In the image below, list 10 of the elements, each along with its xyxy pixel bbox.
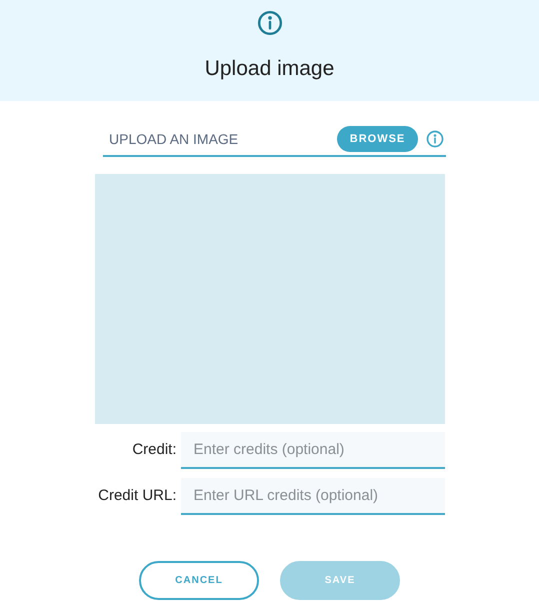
input-field[interactable]: Enter credits (optional)	[180, 432, 444, 469]
upload-label: UPLOAD AN IMAGE	[109, 130, 240, 148]
browse-button[interactable]: BROWSE	[337, 126, 418, 152]
info-icon	[256, 10, 282, 36]
dialog-title: Upload image	[204, 56, 334, 82]
field-label: Credit URL:	[97, 486, 178, 506]
cancel-button[interactable]: CANCEL	[139, 561, 259, 600]
input-field[interactable]: Enter URL credits (optional)	[180, 478, 444, 515]
info-icon	[426, 130, 444, 148]
field-label: Credit:	[131, 440, 178, 460]
